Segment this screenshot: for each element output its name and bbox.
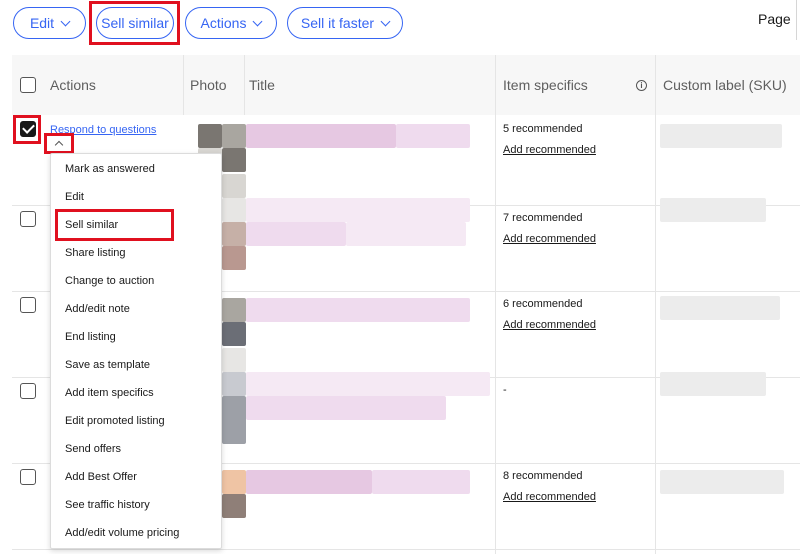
row-actions-toggle[interactable] [48, 136, 70, 152]
menu-item-edit-promoted-listing[interactable]: Edit promoted listing [65, 415, 165, 427]
menu-item-sell-similar[interactable]: Sell similar [65, 219, 118, 231]
header-actions: Actions [50, 77, 96, 93]
header-custom-label[interactable]: Custom label (SKU) [663, 77, 787, 93]
photo-thumbnail[interactable] [222, 494, 246, 518]
recommended-count: - [503, 384, 507, 396]
chevron-down-icon [60, 16, 71, 26]
row-checkbox[interactable] [20, 297, 36, 313]
photo-thumbnail[interactable] [222, 322, 246, 346]
recommended-count: 5 recommended [503, 123, 583, 135]
title-text[interactable] [246, 298, 470, 322]
photo-thumbnail[interactable] [222, 124, 246, 148]
toolbar: Edit Sell similar Actions Sell it faster… [0, 0, 800, 48]
menu-item-share-listing[interactable]: Share listing [65, 247, 126, 259]
sell-similar-button[interactable]: Sell similar [96, 7, 174, 39]
title-text[interactable] [246, 396, 446, 420]
sku-text [660, 124, 782, 148]
sku-text [660, 470, 784, 494]
sku-text [660, 372, 766, 396]
add-recommended-link[interactable]: Add recommended [503, 319, 596, 331]
menu-item-see-traffic-history[interactable]: See traffic history [65, 499, 150, 511]
title-text[interactable] [372, 470, 470, 494]
photo-thumbnail[interactable] [222, 222, 246, 246]
chevron-down-icon [253, 16, 263, 26]
menu-item-change-to-auction[interactable]: Change to auction [65, 275, 154, 287]
menu-item-send-offers[interactable]: Send offers [65, 443, 121, 455]
photo-thumbnail[interactable] [222, 298, 246, 322]
photo-thumbnail[interactable] [222, 174, 246, 198]
actions-button[interactable]: Actions [185, 7, 277, 39]
column-divider [495, 55, 496, 554]
column-divider [183, 55, 184, 115]
menu-item-add-edit-note[interactable]: Add/edit note [65, 303, 130, 315]
chevron-up-icon [54, 140, 64, 150]
row-divider [12, 549, 800, 550]
divider [796, 0, 797, 40]
sell-it-faster-button-label: Sell it faster [300, 15, 375, 31]
photo-thumbnail[interactable] [198, 124, 222, 148]
menu-item-add-edit-volume-pricing[interactable]: Add/edit volume pricing [65, 527, 179, 539]
header-item-specifics[interactable]: Item specifics [503, 77, 588, 93]
photo-thumbnail[interactable] [222, 198, 246, 222]
row-checkbox[interactable] [20, 383, 36, 399]
row-checkbox[interactable] [20, 469, 36, 485]
recommended-count: 8 recommended [503, 470, 583, 482]
header-title[interactable]: Title [249, 77, 275, 93]
photo-thumbnail[interactable] [222, 372, 246, 396]
photo-thumbnail[interactable] [222, 396, 246, 444]
title-text[interactable] [246, 124, 396, 148]
menu-item-add-best-offer[interactable]: Add Best Offer [65, 471, 137, 483]
title-text[interactable] [396, 124, 470, 148]
sell-it-faster-button[interactable]: Sell it faster [287, 7, 403, 39]
chevron-down-icon [380, 16, 391, 26]
add-recommended-link[interactable]: Add recommended [503, 144, 596, 156]
menu-item-edit[interactable]: Edit [65, 191, 84, 203]
edit-button-label: Edit [29, 15, 55, 31]
title-text[interactable] [346, 222, 466, 246]
menu-item-end-listing[interactable]: End listing [65, 331, 116, 343]
photo-thumbnail[interactable] [222, 148, 246, 172]
row-actions-menu: Mark as answered Edit Sell similar Share… [50, 153, 222, 549]
sku-text [660, 296, 780, 320]
respond-to-questions-link[interactable]: Respond to questions [50, 124, 156, 136]
sell-similar-button-label: Sell similar [101, 15, 169, 31]
title-text[interactable] [246, 372, 490, 396]
page-label: Page [758, 11, 791, 27]
sku-text [660, 198, 766, 222]
header-photo: Photo [190, 77, 227, 93]
photo-thumbnail[interactable] [222, 470, 246, 494]
row-checkbox[interactable] [20, 121, 36, 137]
menu-item-mark-as-answered[interactable]: Mark as answered [65, 163, 155, 175]
edit-button[interactable]: Edit [13, 7, 86, 39]
column-divider [244, 55, 245, 115]
actions-button-label: Actions [200, 15, 247, 31]
table-header: Actions Photo Title Item specifics i Cus… [12, 55, 800, 115]
recommended-count: 7 recommended [503, 212, 583, 224]
menu-item-save-as-template[interactable]: Save as template [65, 359, 150, 371]
photo-thumbnail[interactable] [222, 348, 246, 372]
select-all-checkbox[interactable] [20, 77, 36, 93]
title-text[interactable] [246, 470, 372, 494]
row-checkbox[interactable] [20, 211, 36, 227]
title-text[interactable] [246, 198, 470, 222]
info-icon[interactable]: i [636, 80, 647, 91]
column-divider [655, 55, 656, 554]
photo-thumbnail[interactable] [222, 246, 246, 270]
recommended-count: 6 recommended [503, 298, 583, 310]
add-recommended-link[interactable]: Add recommended [503, 491, 596, 503]
title-text[interactable] [246, 222, 346, 246]
menu-item-add-item-specifics[interactable]: Add item specifics [65, 387, 154, 399]
add-recommended-link[interactable]: Add recommended [503, 233, 596, 245]
